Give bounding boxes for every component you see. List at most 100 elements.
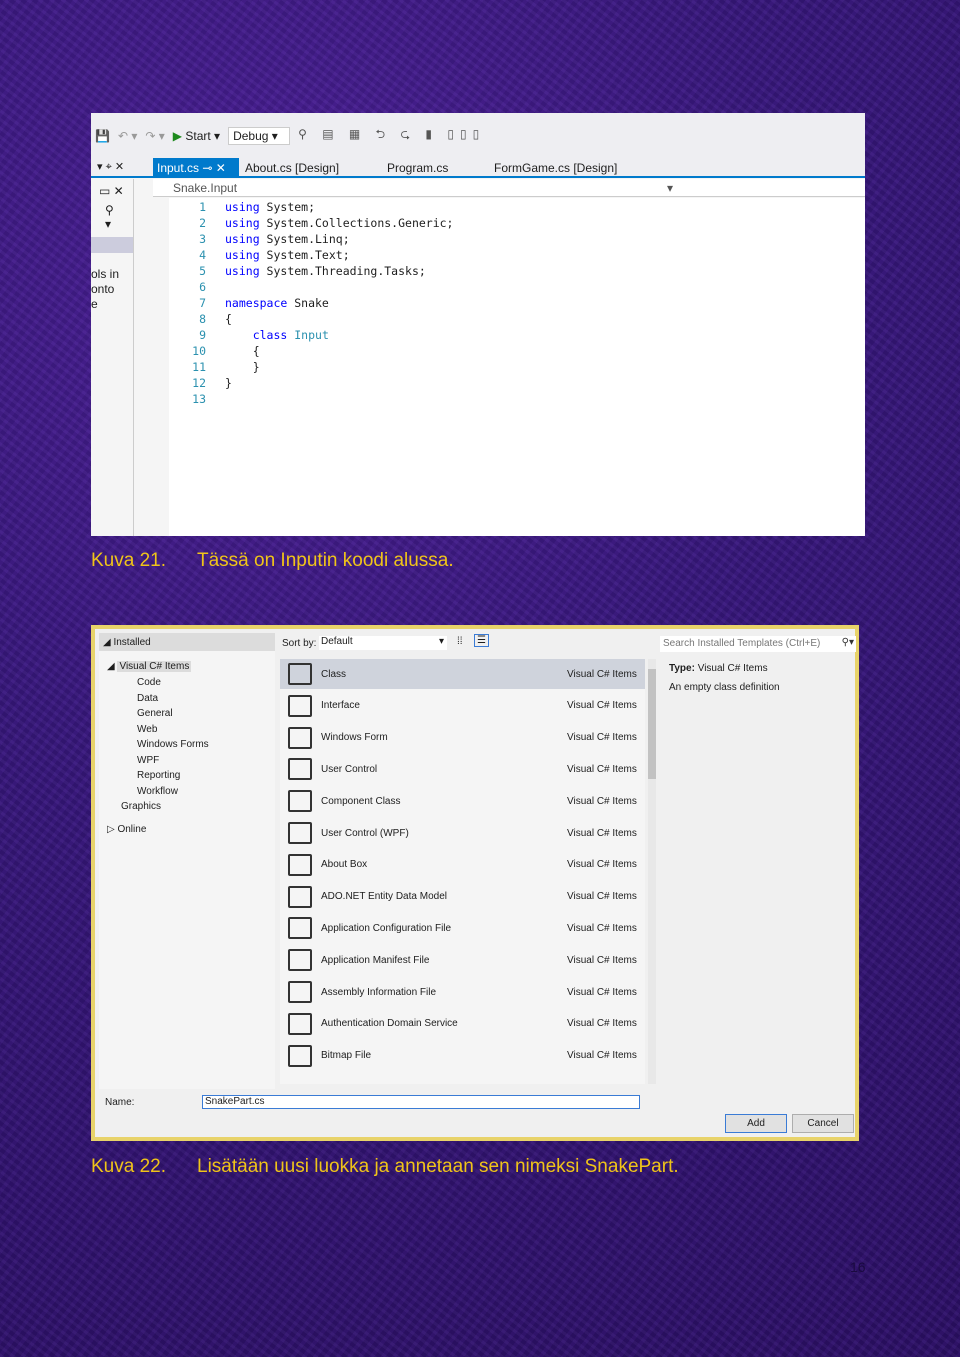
pane-text: ols in onto e xyxy=(91,267,133,312)
template-item[interactable]: Application Configuration File Visual C# … xyxy=(280,913,645,943)
tree-item[interactable]: WPF xyxy=(137,755,159,766)
pane-controls[interactable]: ▾ ⌖ ✕ xyxy=(97,160,124,174)
template-item[interactable]: Class Visual C# Items xyxy=(280,659,645,689)
search-icon[interactable]: ⚲▾ xyxy=(842,637,854,648)
toolbar-icons[interactable]: ⚲ ▤ ▦ ⮌ ⮎ ▮ ▯▯▯ xyxy=(298,125,485,146)
template-item[interactable]: Authentication Domain Service Visual C# I… xyxy=(280,1009,645,1039)
template-name: Authentication Domain Service xyxy=(321,1018,458,1030)
code-keyword: using xyxy=(225,200,260,214)
save-icon[interactable]: 💾 xyxy=(95,129,110,143)
tab-formgame-design[interactable]: FormGame.cs [Design] xyxy=(490,158,621,178)
template-item[interactable]: About Box Visual C# Items xyxy=(280,850,645,880)
code-line: class Input xyxy=(225,328,329,342)
play-icon: ▶ xyxy=(172,128,183,143)
tab-input-cs[interactable]: Input.cs ⊸ ✕ xyxy=(153,158,239,178)
sort-dropdown[interactable]: Default ▾ xyxy=(319,636,447,650)
tree-online[interactable]: ▷ Online xyxy=(107,824,146,835)
tree-label: Visual C# Items xyxy=(117,661,192,672)
start-label: Start xyxy=(185,128,211,143)
tree-visual-cs[interactable]: ◢ Visual C# Items xyxy=(107,661,192,672)
template-type: Visual C# Items xyxy=(567,732,637,744)
template-item[interactable]: Bitmap File Visual C# Items xyxy=(280,1041,645,1071)
template-icon xyxy=(288,822,312,844)
tree-item[interactable]: General xyxy=(137,708,173,719)
template-name: ADO.NET Entity Data Model xyxy=(321,891,447,903)
pane-text-line: onto xyxy=(91,282,115,296)
code-text: System.Threading.Tasks; xyxy=(259,264,426,278)
template-item[interactable]: Assembly Information File Visual C# Items xyxy=(280,977,645,1007)
template-icon xyxy=(288,981,312,1003)
pane-buttons[interactable]: ▭ ✕ xyxy=(91,179,133,203)
start-button[interactable]: ▶ Start ▾ xyxy=(173,129,220,143)
list-scrollbar[interactable] xyxy=(648,659,656,1084)
redo-icon[interactable]: ↷ ▾ xyxy=(145,129,164,143)
template-name: Class xyxy=(321,668,347,680)
add-new-item-dialog-screenshot: ◢ Installed ◢ Visual C# Items Code Data Ge… xyxy=(91,625,859,1141)
template-icon xyxy=(288,790,312,813)
template-item[interactable]: User Control (WPF) Visual C# Items xyxy=(280,818,645,848)
type-dropdown[interactable]: Snake.Input ▾ xyxy=(153,179,865,197)
code-text: System.Linq; xyxy=(259,232,350,246)
code-line: { xyxy=(225,312,232,326)
code-keyword: using xyxy=(225,216,260,230)
tab-program-cs[interactable]: Program.cs xyxy=(383,158,452,178)
code-line: using System.Text; xyxy=(225,248,350,262)
config-dropdown[interactable]: Debug ▾ xyxy=(228,126,291,145)
code-keyword: namespace xyxy=(225,296,288,310)
name-input[interactable]: SnakePart.cs xyxy=(202,1095,640,1109)
tree-installed[interactable]: ◢ Installed xyxy=(103,637,151,648)
search-placeholder: Search Installed Templates (Ctrl+E) xyxy=(663,638,821,649)
template-name: Assembly Information File xyxy=(321,986,437,998)
template-item[interactable]: ADO.NET Entity Data Model Visual C# Items xyxy=(280,882,645,912)
template-item[interactable]: User Control Visual C# Items xyxy=(280,754,645,784)
tree-item[interactable]: Workflow xyxy=(137,786,178,797)
template-type: Visual C# Items xyxy=(567,763,637,775)
template-icon xyxy=(288,1044,312,1067)
caption-2: Kuva 22. Lisätään uusi luokka ja annetaan… xyxy=(91,1156,679,1178)
tree-label: Installed xyxy=(113,637,151,648)
page-number: 16 xyxy=(850,1259,866,1275)
template-name: Component Class xyxy=(321,795,401,807)
line-number: 12 xyxy=(192,376,206,390)
name-label: Name: xyxy=(105,1097,135,1108)
code-text: { xyxy=(225,312,232,326)
template-type: Visual C# Items xyxy=(567,1018,637,1030)
template-item[interactable]: Application Manifest File Visual C# Items xyxy=(280,945,645,975)
list-view-icon[interactable]: ☰ xyxy=(474,634,489,647)
template-item[interactable]: Windows Form Visual C# Items xyxy=(280,723,645,753)
caption-1: Kuva 21. Tässä on Inputin koodi alussa. xyxy=(91,550,454,572)
tree-item[interactable]: Web xyxy=(137,724,157,735)
cancel-button[interactable]: Cancel xyxy=(792,1114,854,1133)
code-line: using System.Threading.Tasks; xyxy=(225,264,426,278)
tab-about-design[interactable]: About.cs [Design] xyxy=(241,158,343,178)
search-icon[interactable]: ⚲ ▾ xyxy=(91,203,133,231)
template-name: About Box xyxy=(321,859,368,871)
template-item[interactable]: Component Class Visual C# Items xyxy=(280,786,645,816)
add-button[interactable]: Add xyxy=(725,1114,787,1133)
code-line: } xyxy=(225,360,260,374)
small-icons-view-icon[interactable]: ⁞⁞ xyxy=(457,636,463,647)
scrollbar-thumb[interactable] xyxy=(648,669,656,779)
code-line: using System.Linq; xyxy=(225,232,350,246)
line-number: 6 xyxy=(199,280,206,294)
template-type: Visual C# Items xyxy=(567,668,637,680)
undo-icon[interactable]: ↶ ▾ xyxy=(118,129,137,143)
tree-item[interactable]: Reporting xyxy=(137,770,180,781)
tree-item[interactable]: Windows Forms xyxy=(137,739,209,750)
tree-item[interactable]: Code xyxy=(137,677,161,688)
line-number: 8 xyxy=(199,312,206,326)
template-type: Visual C# Items xyxy=(567,859,637,871)
document-tabs: ▾ ⌖ ✕ Input.cs ⊸ ✕ About.cs [Design] Pro… xyxy=(91,158,865,178)
solution-pane: ▭ ✕ ⚲ ▾ ols in onto e xyxy=(91,179,134,536)
line-number: 10 xyxy=(192,344,206,358)
vs-code-editor-screenshot: 💾 ↶ ▾ ↷ ▾ ▶ Start ▾ Debug ▾ ⚲ ▤ ▦ ⮌ ⮎ ▮ … xyxy=(91,113,865,536)
template-name: Application Manifest File xyxy=(321,954,430,966)
search-templates-input[interactable]: Search Installed Templates (Ctrl+E) ⚲▾ xyxy=(660,636,856,652)
tree-label: Online xyxy=(117,824,147,835)
template-icon xyxy=(288,853,312,876)
pane-text-line: e xyxy=(91,297,98,311)
template-item[interactable]: Interface Visual C# Items xyxy=(280,691,645,721)
tree-item[interactable]: Data xyxy=(137,693,158,704)
line-number: 9 xyxy=(199,328,206,342)
tree-graphics[interactable]: Graphics xyxy=(121,801,161,812)
